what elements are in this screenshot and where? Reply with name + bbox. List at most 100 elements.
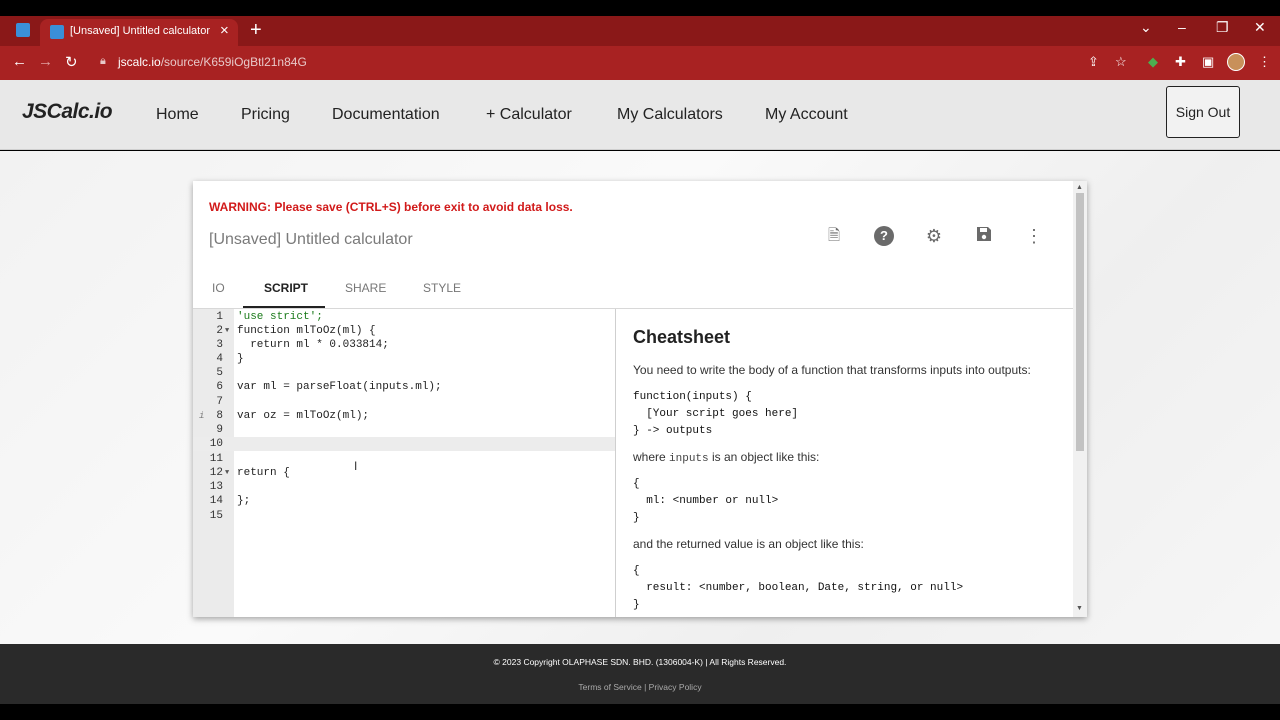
more-options-icon[interactable]: ⋮ (1023, 225, 1045, 247)
line-number: 4 (216, 353, 223, 365)
settings-icon[interactable]: ⚙ (923, 225, 945, 247)
code-line[interactable]: 3 return ml * 0.033814; (193, 338, 615, 352)
code-text: var oz = mlToOz(ml); (237, 410, 370, 422)
url-host: jscalc.io (118, 55, 161, 69)
calculator-editor-card: WARNING: Please save (CTRL+S) before exi… (193, 181, 1087, 617)
line-number: 2 (216, 325, 223, 337)
side-panel-icon[interactable]: ▣ (1202, 54, 1214, 70)
code-line[interactable]: 5 (193, 366, 615, 380)
code-line[interactable]: 2 ▼ function mlToOz(ml) { (193, 324, 615, 338)
nav-my-account[interactable]: My Account (765, 106, 848, 124)
line-number: 5 (216, 367, 223, 379)
tab-io[interactable]: IO (212, 281, 225, 295)
code-line[interactable]: 7 (193, 395, 615, 409)
terms-link[interactable]: Terms of Service (578, 682, 641, 692)
where-post: is an object like this: (711, 450, 820, 464)
card-scrollbar[interactable]: ▲ ▼ (1073, 181, 1087, 617)
editor-tabs: IO SCRIPT SHARE STYLE (193, 271, 1073, 309)
back-icon[interactable]: ← (12, 53, 27, 70)
code-line[interactable]: 11 (193, 452, 615, 466)
code-text: var ml = parseFloat(inputs.ml); (237, 381, 442, 393)
scroll-up-icon[interactable]: ▲ (1076, 184, 1083, 191)
code-line[interactable]: 14}; (193, 494, 615, 508)
sign-out-button[interactable]: Sign Out (1166, 86, 1240, 138)
active-tab-indicator (243, 306, 325, 308)
close-window-icon[interactable]: ✕ (1254, 19, 1266, 36)
tab-close-icon[interactable]: × (220, 22, 229, 39)
bookmark-star-icon[interactable]: ☆ (1115, 54, 1127, 70)
code-line-active[interactable]: 10 (193, 437, 615, 451)
code-line[interactable]: 4} (193, 352, 615, 366)
help-icon[interactable]: ? (874, 226, 894, 246)
reload-icon[interactable]: ↻ (65, 53, 78, 71)
nav-home[interactable]: Home (156, 106, 199, 124)
text-cursor-icon: I (354, 459, 358, 473)
browser-toolbar: ← → ↻ 🔒︎ jscalc.io/source/K659iOgBtl21n8… (0, 46, 1280, 80)
code-line[interactable]: 13 (193, 480, 615, 494)
site-footer: © 2023 Copyright OLAPHASE SDN. BHD. (130… (0, 644, 1280, 704)
line-number: 11 (209, 453, 223, 465)
forward-icon[interactable]: → (38, 53, 53, 70)
line-number: 6 (216, 381, 223, 393)
code-line[interactable]: 12 ▼ return { (193, 466, 615, 480)
code-line[interactable]: 1 'use strict'; (193, 310, 615, 324)
nav-add-calculator[interactable]: + Calculator (486, 106, 572, 124)
extensions-puzzle-icon[interactable]: ✚ (1175, 54, 1186, 70)
code-text: 'use strict'; (237, 311, 323, 323)
letterbox-bottom (0, 704, 1280, 720)
new-tab-icon[interactable]: + (250, 19, 262, 42)
browser-menu-icon[interactable]: ⋮ (1258, 54, 1271, 70)
scroll-thumb[interactable] (1076, 193, 1084, 451)
code-text: }; (237, 495, 251, 507)
lock-icon: 🔒︎ (100, 55, 106, 67)
inputs-inline-code: inputs (669, 453, 709, 465)
code-line[interactable]: i 8 var oz = mlToOz(ml); (193, 409, 615, 423)
tab-search-icon[interactable]: ⌄ (1140, 19, 1152, 36)
where-inputs-text: where inputs is an object like this: (633, 450, 819, 465)
inputs-example-line: { (633, 478, 640, 490)
code-editor[interactable]: 1'use strict'; 2 ▼ function mlToOz(ml) { 3… (193, 309, 616, 617)
signature-line: } -> outputs (633, 425, 713, 437)
nav-my-calculators[interactable]: My Calculators (617, 106, 723, 124)
site-logo[interactable]: JSCalc.io (22, 100, 113, 124)
line-number: 15 (209, 510, 223, 522)
tab-share[interactable]: SHARE (345, 281, 386, 295)
code-line[interactable]: 6 var ml = parseFloat(inputs.ml); (193, 380, 615, 394)
fold-arrow-icon[interactable]: ▼ (225, 466, 229, 480)
save-icon[interactable] (973, 225, 995, 247)
returned-value-text: and the returned value is an object like… (633, 537, 864, 551)
letterbox-top (0, 0, 1280, 16)
url-text: jscalc.io/source/K659iOgBtl21n84G (118, 55, 307, 69)
privacy-link[interactable]: Privacy Policy (649, 682, 702, 692)
tab-script[interactable]: SCRIPT (264, 281, 308, 295)
export-icon[interactable]: 🗎︎ (823, 225, 845, 247)
line-number: 13 (209, 481, 223, 493)
address-bar[interactable]: 🔒︎ jscalc.io/source/K659iOgBtl21n84G (90, 50, 1140, 76)
scroll-down-icon[interactable]: ▼ (1076, 605, 1083, 612)
site-header: JSCalc.io Home Pricing Documentation + C… (0, 80, 1280, 150)
code-line[interactable]: 15 (193, 509, 615, 523)
profile-avatar[interactable] (1227, 53, 1245, 71)
cheatsheet-intro: You need to write the body of a function… (633, 363, 1031, 377)
line-number: 10 (209, 438, 223, 450)
tab-style[interactable]: STYLE (423, 281, 461, 295)
share-icon[interactable]: ⇪ (1088, 54, 1099, 70)
nav-pricing[interactable]: Pricing (241, 106, 290, 124)
browser-tabbar: [Unsaved] Untitled calculator - J × + ⌄ … (0, 16, 1280, 46)
inputs-example-line: ml: <number or null> (633, 495, 779, 507)
code-line[interactable]: 9 (193, 423, 615, 437)
outputs-example-line: { (633, 565, 640, 577)
extension-icon[interactable]: ◆ (1148, 54, 1158, 70)
line-number: 14 (209, 495, 223, 507)
window-app-icon (16, 23, 30, 37)
url-path: /source/K659iOgBtl21n84G (160, 55, 307, 69)
calculator-title[interactable]: [Unsaved] Untitled calculator (209, 231, 413, 249)
restore-icon[interactable]: ❐ (1216, 19, 1229, 36)
code-text: function mlToOz(ml) { (237, 325, 376, 337)
nav-documentation[interactable]: Documentation (332, 106, 440, 124)
outputs-example-line: } (633, 599, 640, 611)
inputs-example-line: } (633, 512, 640, 524)
fold-arrow-icon[interactable]: ▼ (225, 324, 229, 338)
browser-tab[interactable]: [Unsaved] Untitled calculator - J × (40, 19, 238, 46)
minimize-icon[interactable]: – (1178, 19, 1186, 35)
